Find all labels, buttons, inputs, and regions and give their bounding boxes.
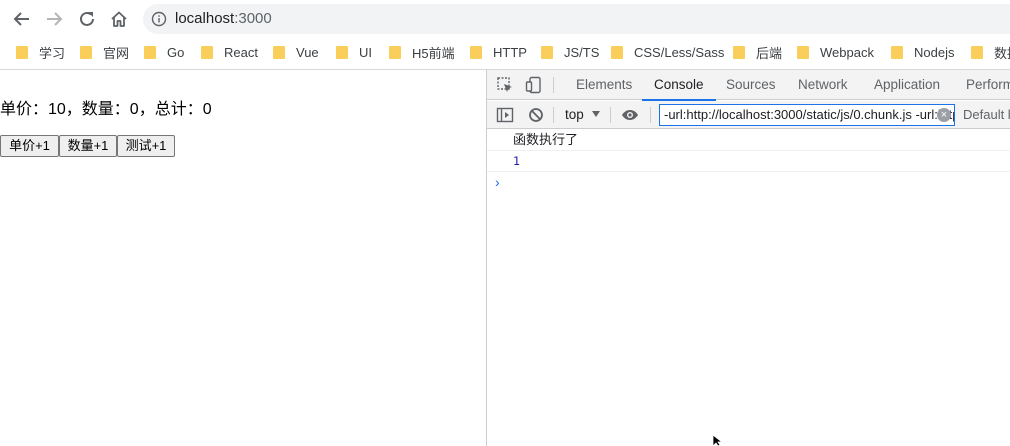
bookmark-folder[interactable]: Go [144,43,184,61]
page-viewport: 单价：10，数量：0，总计：0 单价+1 数量+1 测试+1 [0,70,486,446]
url-text: localhost:3000 [175,10,272,28]
tab-performance[interactable]: Performance [966,70,1010,100]
bookmark-label: HTTP [493,44,527,60]
bookmark-folder[interactable]: 后端 [733,43,782,61]
tab-application[interactable]: Application [874,70,940,100]
forward-button[interactable] [42,7,66,31]
toolbar-divider [610,107,611,123]
bookmark-folder[interactable]: JS/TS [541,43,599,61]
bookmark-folder[interactable]: React [201,43,258,61]
bookmark-folder[interactable]: 数据 [971,43,1010,61]
bookmark-folder[interactable]: Nodejs [891,43,954,61]
folder-icon [797,45,810,59]
bookmark-folder[interactable]: H5前端 [389,43,455,61]
bookmark-folder[interactable]: 学习 [16,43,65,61]
console-prompt[interactable]: › [495,174,500,190]
toolbar-divider [650,107,651,123]
bookmark-label: Vue [296,44,319,60]
bookmark-label: React [224,44,258,60]
console-toolbar: top -url:http://localhost:3000/static/js… [487,101,1010,129]
bookmark-label: 后端 [756,45,783,61]
bookmark-label: Webpack [820,44,874,60]
eye-icon[interactable] [621,106,639,124]
folder-icon [733,45,746,59]
bookmark-label: 学习 [39,45,66,61]
clear-console-icon[interactable] [527,106,545,124]
url-port: :3000 [234,10,272,27]
browser-toolbar: localhost:3000 [0,0,1010,38]
price-summary: 单价：10，数量：0，总计：0 [0,101,212,118]
console-message-number: 1 [513,154,520,168]
folder-icon [144,45,157,59]
reload-icon [80,11,94,26]
console-message-text: 函数执行了 [513,132,579,147]
bookmark-folder[interactable]: Webpack [797,43,874,61]
arrow-left-icon [13,12,29,26]
test-increment-button[interactable]: 测试+1 [117,135,175,157]
url-host: localhost [175,10,235,27]
bookmark-folder[interactable]: HTTP [470,43,527,61]
folder-icon [201,45,214,59]
home-icon [111,11,127,27]
toolbar-divider [553,77,554,93]
bookmark-label: JS/TS [564,44,600,60]
device-toolbar-icon[interactable] [525,76,543,94]
log-levels-dropdown[interactable]: Default levels [963,106,1010,124]
bookmark-label: UI [359,44,372,60]
back-button[interactable] [10,7,34,31]
home-button[interactable] [107,7,131,31]
devtools-panel: Elements Console Sources Network Applica… [486,70,1010,446]
folder-icon [16,45,29,59]
price-increment-button[interactable]: 单价+1 [0,135,59,157]
context-selector[interactable]: top [565,106,600,124]
bookmark-folder[interactable]: UI [336,43,372,61]
info-icon[interactable] [151,11,167,27]
bookmark-label: Go [167,44,185,60]
sidebar-toggle-icon[interactable] [496,106,514,124]
dropdown-arrow-icon [592,111,600,117]
folder-icon [891,45,904,59]
context-value: top [565,107,584,122]
tab-console[interactable]: Console [642,70,715,101]
arrow-right-icon [47,12,63,26]
mouse-cursor-icon [712,435,724,446]
folder-icon [389,45,402,59]
folder-icon [611,45,624,59]
bookmark-label: CSS/Less/Sass [634,44,725,60]
devtools-tab-bar: Elements Console Sources Network Applica… [487,70,1010,101]
folder-icon [273,45,286,59]
bookmark-folder[interactable]: 官网 [80,43,129,61]
console-messages: 函数执行了 1 › [487,130,1010,190]
toolbar-divider [553,107,554,123]
clear-filter-icon[interactable]: × [937,108,951,122]
tab-network[interactable]: Network [798,70,848,100]
folder-icon [80,45,93,59]
folder-icon [971,45,984,59]
address-bar[interactable]: localhost:3000 [143,4,1010,34]
folder-icon [470,45,483,59]
bookmark-label: 数据 [994,45,1010,61]
console-message: 函数执行了 [487,130,1010,151]
tab-sources[interactable]: Sources [726,70,776,100]
bookmark-label: Nodejs [914,44,955,60]
bookmark-label: 官网 [103,45,130,61]
tab-elements[interactable]: Elements [576,70,632,100]
bookmark-folder[interactable]: Vue [273,43,319,61]
bookmarks-bar: 学习 官网 Go React Vue UI H5前端 HTTP JS/TS CS… [0,38,1010,66]
bookmark-folder[interactable]: CSS/Less/Sass [611,43,724,61]
console-filter-input[interactable]: -url:http://localhost:3000/static/js/0.c… [659,104,955,126]
quantity-increment-button[interactable]: 数量+1 [59,135,117,157]
bookmark-label: H5前端 [412,45,455,61]
console-message: 1 [487,151,1010,172]
folder-icon [336,45,349,59]
folder-icon [541,45,554,59]
inspect-element-icon[interactable] [496,76,514,94]
reload-button[interactable] [75,7,99,31]
filter-value: -url:http://localhost:3000/static/js/0.c… [664,107,954,122]
